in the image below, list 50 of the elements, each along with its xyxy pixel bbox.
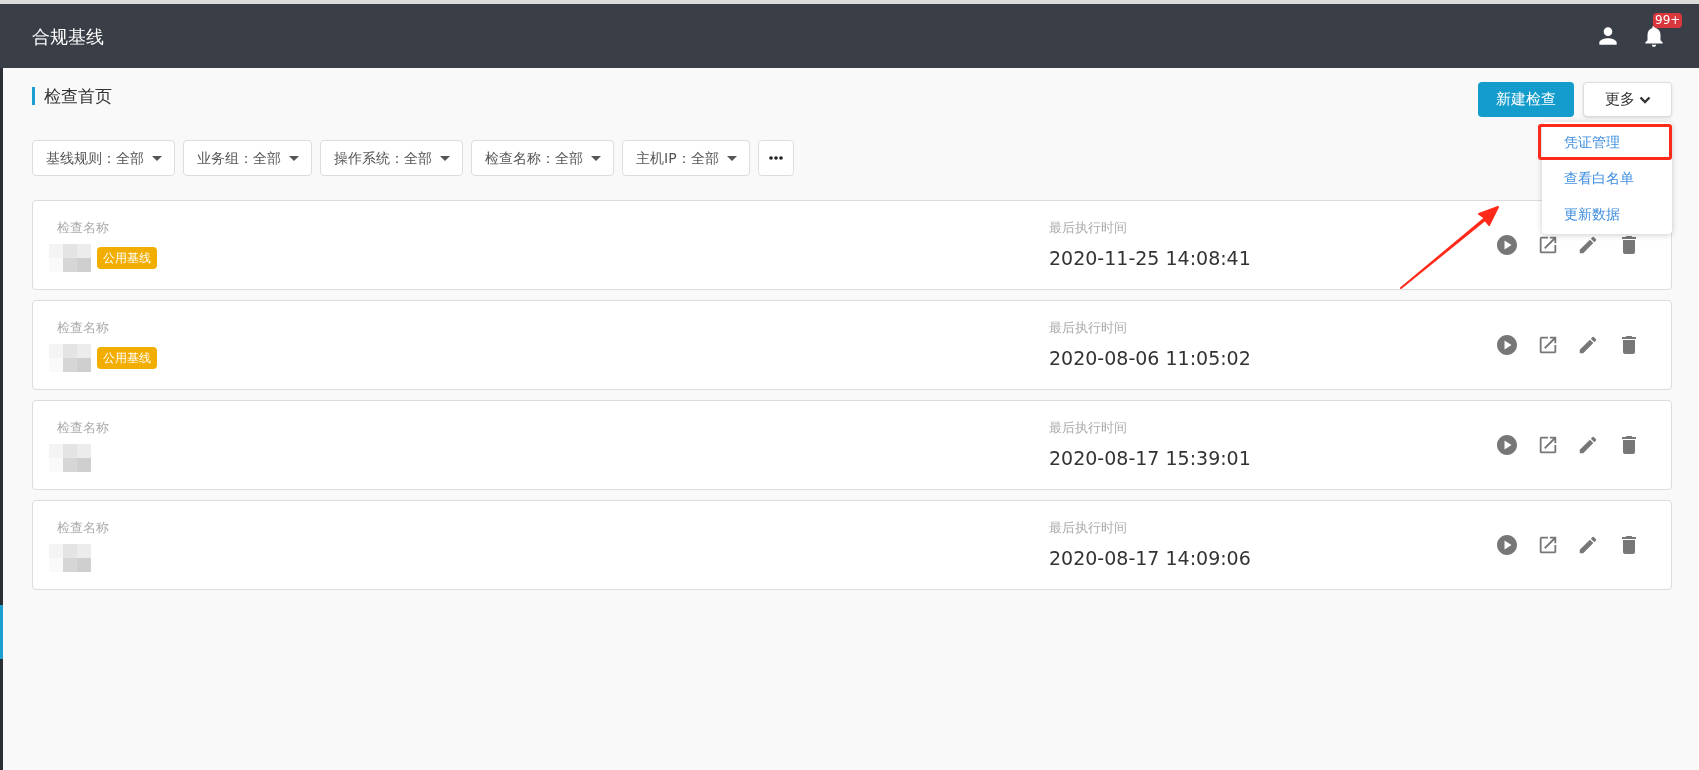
edit-icon[interactable] — [1577, 234, 1599, 256]
check-name-label: 检查名称 — [57, 219, 110, 238]
edit-icon[interactable] — [1577, 534, 1599, 556]
check-name-label: 检查名称 — [57, 519, 110, 538]
dropdown-caret-icon — [152, 155, 162, 161]
last-run-label: 最后执行时间 — [1049, 319, 1128, 337]
blurred-name-placeholder — [49, 243, 91, 272]
external-link-icon[interactable] — [1537, 434, 1559, 456]
dropdown-menu-item[interactable]: 凭证管理 — [1538, 124, 1672, 160]
blurred-name-placeholder — [49, 543, 91, 572]
last-run-label: 最后执行时间 — [1049, 519, 1128, 537]
public-baseline-tag: 公用基线 — [97, 246, 157, 269]
dropdown-caret-icon — [440, 155, 450, 161]
dropdown-menu-item[interactable]: 查看白名单 — [1542, 160, 1672, 196]
last-run-time: 2020-08-06 11:05:02 — [1049, 345, 1252, 371]
dropdown-caret-icon — [591, 155, 601, 161]
dropdown-caret-icon — [726, 155, 737, 161]
filter-dropdown[interactable]: 业务组：全部 — [183, 140, 312, 176]
filter-dropdown[interactable]: 基线规则：全部 — [32, 140, 175, 176]
check-name-label: 检查名称 — [57, 419, 110, 438]
last-run-label: 最后执行时间 — [1049, 419, 1128, 437]
edit-icon[interactable] — [1577, 434, 1599, 456]
dropdown-menu-item[interactable]: 更新数据 — [1542, 196, 1672, 232]
page-title: 检查首页 — [32, 87, 112, 105]
filter-dropdown[interactable]: 操作系统：全部 — [320, 140, 463, 176]
blurred-name-placeholder — [49, 343, 91, 372]
play-icon[interactable] — [1495, 333, 1519, 357]
edit-icon[interactable] — [1577, 334, 1599, 356]
filter-dropdown[interactable]: 主机IP：全部 — [622, 140, 750, 176]
last-run-label: 最后执行时间 — [1049, 219, 1128, 237]
last-run-time: 2020-08-17 14:09:06 — [1049, 545, 1252, 571]
more-button[interactable]: 更多 — [1583, 82, 1672, 117]
app-title: 合规基线 — [32, 24, 104, 49]
play-icon[interactable] — [1495, 433, 1519, 457]
ellipsis-icon — [768, 156, 783, 160]
external-link-icon[interactable] — [1537, 334, 1559, 356]
blurred-name-placeholder — [49, 443, 91, 472]
public-baseline-tag: 公用基线 — [97, 346, 157, 369]
check-name-label: 检查名称 — [57, 319, 110, 338]
external-link-icon[interactable] — [1537, 534, 1559, 556]
chevron-down-icon — [1638, 95, 1651, 104]
last-run-time: 2020-08-17 15:39:01 — [1049, 445, 1252, 471]
external-link-icon[interactable] — [1537, 234, 1559, 256]
notification-badge: 99+ — [1653, 13, 1683, 28]
dropdown-caret-icon — [289, 155, 299, 161]
more-filters-button[interactable] — [757, 140, 794, 176]
last-run-time: 2020-11-25 14:08:41 — [1049, 245, 1252, 271]
play-icon[interactable] — [1495, 533, 1519, 557]
play-icon[interactable] — [1495, 233, 1519, 257]
filter-dropdown[interactable]: 检查名称：全部 — [471, 140, 614, 176]
